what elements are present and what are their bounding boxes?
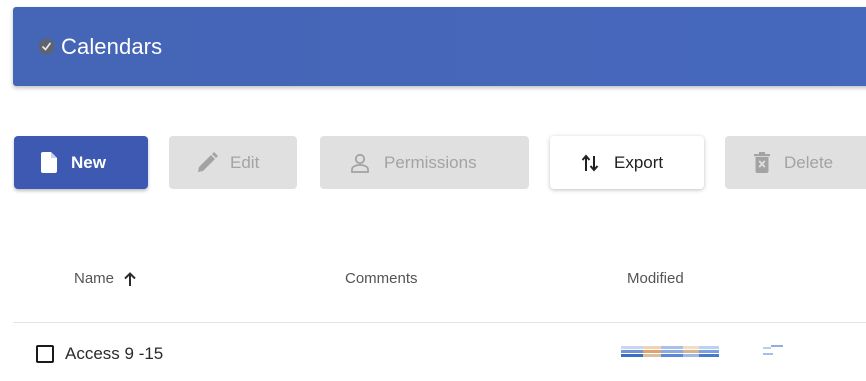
column-header-modified[interactable]: Modified xyxy=(627,270,684,287)
pencil-icon xyxy=(196,151,218,174)
new-button-label: New xyxy=(71,152,106,172)
permissions-button-label: Permissions xyxy=(384,152,477,172)
arrow-up-icon xyxy=(124,271,136,286)
column-header-name-label: Name xyxy=(74,270,115,287)
sort-arrows-icon xyxy=(580,153,600,173)
file-icon xyxy=(41,152,57,173)
edit-button[interactable]: Edit xyxy=(169,136,297,189)
page-header: Calendars xyxy=(13,7,866,86)
row-name: Access 9 -15 xyxy=(65,344,164,363)
column-header-modified-label: Modified xyxy=(627,270,684,287)
column-header-name[interactable]: Name xyxy=(74,270,136,287)
export-button-label: Export xyxy=(614,152,664,172)
edit-button-label: Edit xyxy=(230,152,260,172)
page-title: Calendars xyxy=(61,33,163,59)
row-checkbox[interactable] xyxy=(36,345,54,363)
header-divider xyxy=(13,322,866,323)
delete-button[interactable]: Delete xyxy=(725,136,866,189)
permissions-button[interactable]: Permissions xyxy=(320,136,529,189)
export-button[interactable]: Export xyxy=(550,136,704,189)
delete-button-label: Delete xyxy=(784,152,834,172)
app-page: Calendars New Edit Permissions Export De… xyxy=(0,0,866,381)
trash-icon xyxy=(754,152,770,173)
column-header-comments-label: Comments xyxy=(345,270,418,287)
new-button[interactable]: New xyxy=(14,136,148,189)
column-header-comments[interactable]: Comments xyxy=(345,270,418,287)
modified-value-obscured xyxy=(621,343,801,363)
person-icon xyxy=(350,153,370,173)
table-row[interactable]: Access 9 -15 xyxy=(36,340,163,368)
clock-check-icon xyxy=(38,38,55,55)
